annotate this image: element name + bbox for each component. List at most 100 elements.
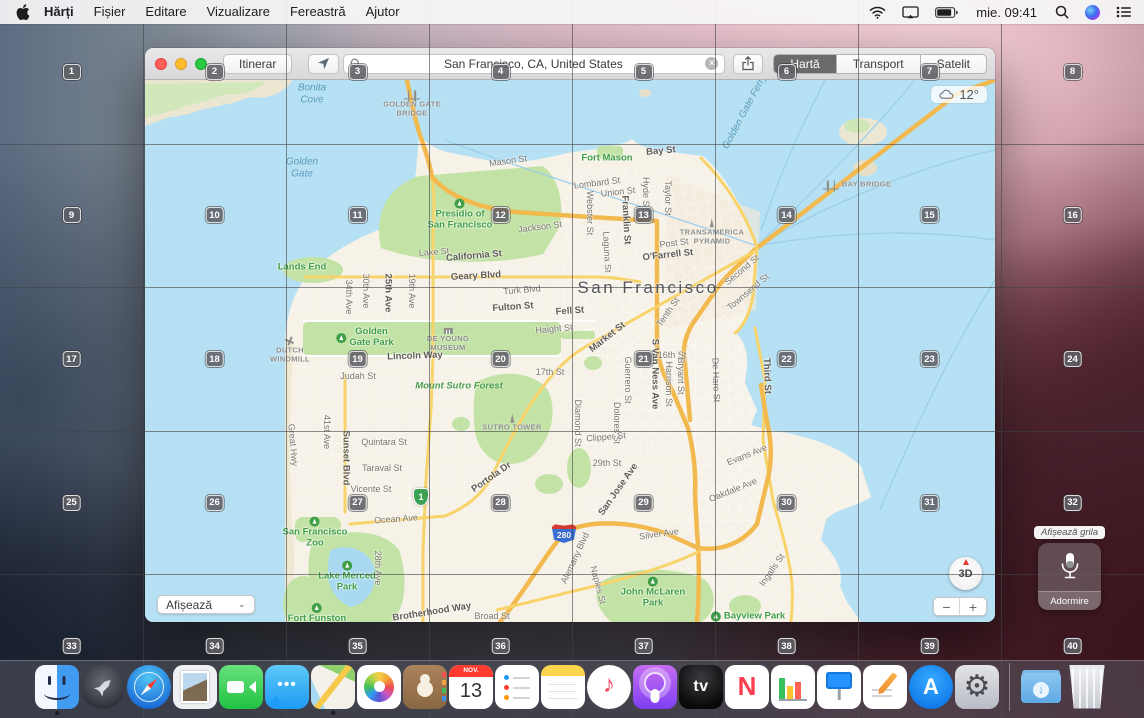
menu-item-ajutor[interactable]: Ajutor (356, 0, 410, 24)
menu-item-fereastră[interactable]: Fereastră (280, 0, 356, 24)
dock-item-safari[interactable] (127, 665, 172, 709)
safari-icon[interactable] (127, 665, 171, 709)
dock-item-launchpad[interactable] (81, 665, 126, 709)
maps-icon[interactable] (311, 665, 355, 709)
current-location-button[interactable] (308, 54, 339, 74)
search-icon (350, 58, 361, 69)
messages-icon[interactable]: ••• (265, 665, 309, 709)
dock-item-music[interactable]: ♪ (587, 665, 632, 709)
dock-item-tv[interactable]: tv (679, 665, 724, 709)
dock-item-trash[interactable] (1065, 665, 1110, 709)
launchpad-icon[interactable] (81, 665, 125, 709)
dock-item-finder[interactable] (35, 665, 80, 709)
finder-icon[interactable] (35, 665, 79, 709)
voice-control-panel[interactable]: Adormire (1038, 543, 1101, 610)
tv-icon[interactable]: tv (679, 665, 723, 709)
battery-icon[interactable] (935, 7, 958, 18)
spotlight-icon[interactable] (1055, 5, 1069, 19)
map-type-segmented-control: HartăTransportSatelit (773, 54, 987, 74)
siri-icon[interactable] (1085, 5, 1100, 20)
dock: ••• NOV.13 ♪ tvN A⚙ ↓ (0, 660, 1144, 718)
reminders-icon[interactable] (495, 665, 539, 709)
voice-control-sleep-button[interactable]: Adormire (1038, 591, 1101, 610)
zoom-window-button[interactable] (195, 58, 207, 70)
dock-item-sysprefs[interactable]: ⚙ (955, 665, 1000, 709)
menu-item-hărți[interactable]: Hărți (34, 0, 84, 24)
show-dropdown-label: Afișează (166, 598, 212, 612)
dock-item-pages[interactable] (863, 665, 908, 709)
menu-bar-clock[interactable]: mie. 09:41 (974, 5, 1039, 20)
chevron-down-icon: ⌄ (238, 599, 246, 610)
clear-search-icon[interactable]: ✕ (705, 57, 718, 70)
dock-item-photos[interactable] (357, 665, 402, 709)
dock-item-keynote[interactable] (817, 665, 862, 709)
zoom-in-button[interactable]: + (960, 598, 986, 615)
dock-item-messages[interactable]: ••• (265, 665, 310, 709)
3d-label: 3D (958, 568, 972, 580)
music-icon[interactable]: ♪ (587, 665, 631, 709)
menu-item-fișier[interactable]: Fișier (84, 0, 136, 24)
dock-item-downloads[interactable]: ↓ (1019, 665, 1064, 709)
keynote-icon[interactable] (817, 665, 861, 709)
podcasts-icon[interactable] (633, 665, 677, 709)
dock-item-numbers[interactable] (771, 665, 816, 709)
dock-item-contacts[interactable] (403, 665, 448, 709)
map-canvas[interactable]: Bonita CoveGOLDEN GATE BRIDGEGolden Gate… (145, 80, 995, 622)
facetime-icon[interactable] (219, 665, 263, 709)
dock-item-appstore[interactable]: A (909, 665, 954, 709)
zoom-out-button[interactable]: − (934, 598, 960, 615)
pages-icon[interactable] (863, 665, 907, 709)
tab-hartă[interactable]: Hartă (774, 55, 836, 73)
dock-item-reminders[interactable] (495, 665, 540, 709)
dock-separator (1009, 663, 1010, 711)
tab-satelit[interactable]: Satelit (921, 55, 986, 73)
3d-compass-button[interactable]: 3D (949, 557, 982, 590)
minimize-window-button[interactable] (175, 58, 187, 70)
dock-item-notes[interactable] (541, 665, 586, 709)
dock-item-calendar[interactable]: NOV.13 (449, 665, 494, 709)
voice-control-tooltip: Afișează grila (1034, 526, 1105, 539)
calendar-icon[interactable]: NOV.13 (449, 665, 493, 709)
screen-mirroring-icon[interactable] (902, 6, 919, 19)
contacts-icon[interactable] (403, 665, 447, 709)
microphone-icon (1059, 543, 1081, 591)
menu-item-editare[interactable]: Editare (135, 0, 196, 24)
appstore-icon[interactable]: A (909, 665, 953, 709)
mail-icon[interactable] (173, 665, 217, 709)
trash-icon[interactable] (1065, 665, 1109, 709)
dock-item-maps[interactable] (311, 665, 356, 709)
tab-transport[interactable]: Transport (837, 55, 921, 73)
wifi-icon[interactable] (869, 6, 886, 19)
directions-button[interactable]: Itinerar (223, 54, 292, 74)
map-graphics (145, 80, 995, 622)
desktop: HărțiFișierEditareVizualizareFereastrăAj… (0, 0, 1144, 718)
sysprefs-icon[interactable]: ⚙ (955, 665, 999, 709)
apple-menu-icon[interactable] (12, 4, 34, 20)
menu-item-vizualizare[interactable]: Vizualizare (197, 0, 280, 24)
close-window-button[interactable] (155, 58, 167, 70)
dock-item-mail[interactable] (173, 665, 218, 709)
show-dropdown[interactable]: Afișează ⌄ (157, 595, 255, 614)
maps-window: Itinerar San Francisco, CA, United State… (145, 48, 995, 622)
menu-items: HărțiFișierEditareVizualizareFereastrăAj… (34, 0, 410, 24)
status-icons: mie. 09:41 (869, 5, 1132, 20)
zoom-controls: − + (933, 597, 987, 616)
photos-icon[interactable] (357, 665, 401, 709)
dock-item-news[interactable]: N (725, 665, 770, 709)
search-value: San Francisco, CA, United States (361, 57, 705, 71)
window-toolbar: Itinerar San Francisco, CA, United State… (145, 48, 995, 80)
dock-item-podcasts[interactable] (633, 665, 678, 709)
running-indicator (55, 711, 59, 715)
notes-icon[interactable] (541, 665, 585, 709)
menu-bar: HărțiFișierEditareVizualizareFereastrăAj… (0, 0, 1144, 24)
search-field[interactable]: San Francisco, CA, United States ✕ (343, 54, 725, 74)
numbers-icon[interactable] (771, 665, 815, 709)
temperature: 12° (959, 87, 979, 102)
weather-widget[interactable]: 12° (931, 86, 987, 103)
downloads-icon[interactable]: ↓ (1019, 665, 1063, 709)
cloud-icon (939, 89, 954, 100)
share-button[interactable] (733, 54, 763, 74)
news-icon[interactable]: N (725, 665, 769, 709)
voice-control-menu-icon[interactable] (1116, 6, 1132, 18)
dock-item-facetime[interactable] (219, 665, 264, 709)
